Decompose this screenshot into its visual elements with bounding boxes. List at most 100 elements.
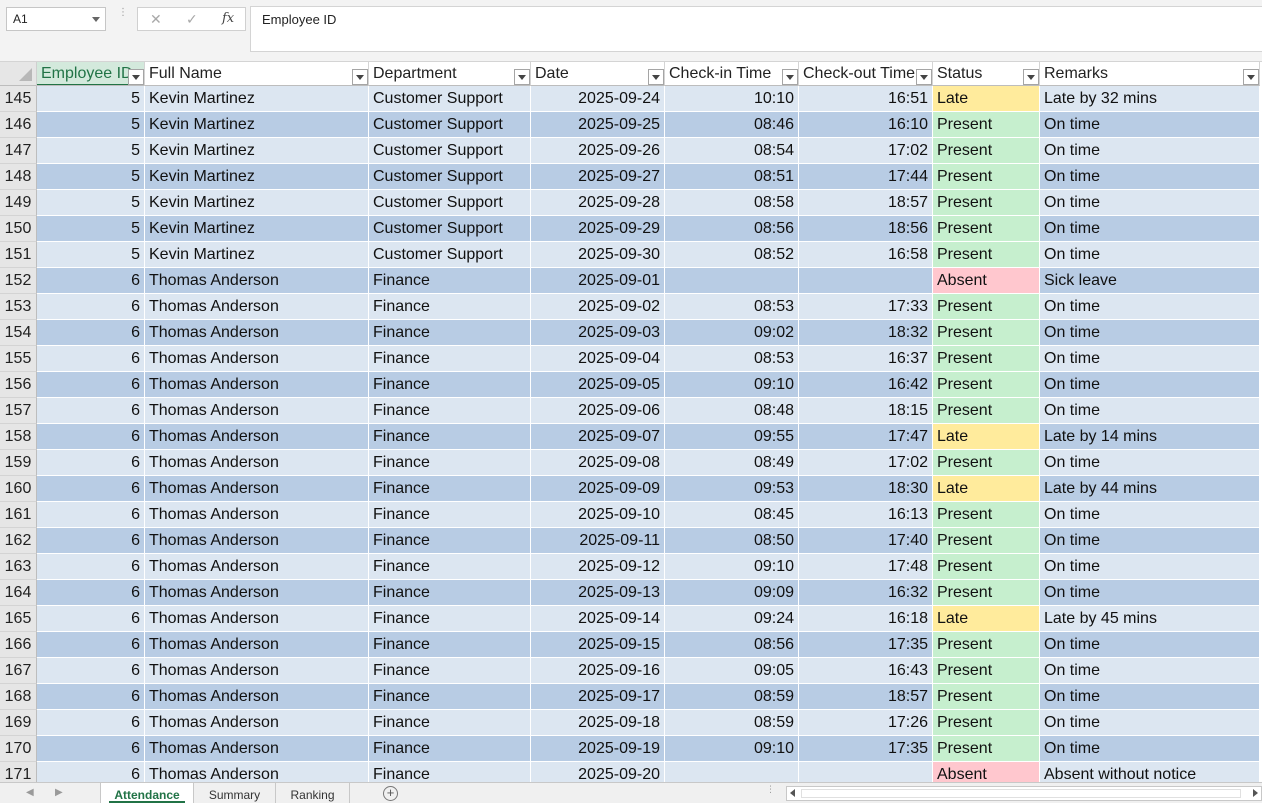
horizontal-scrollbar[interactable] xyxy=(786,786,1262,801)
cell-status[interactable]: Present xyxy=(933,528,1040,554)
cell-remarks[interactable]: On time xyxy=(1040,398,1260,424)
cell-dept[interactable]: Finance xyxy=(369,736,531,762)
cell-dept[interactable]: Finance xyxy=(369,450,531,476)
cell-remarks[interactable]: On time xyxy=(1040,554,1260,580)
cell-out[interactable]: 18:56 xyxy=(799,216,933,242)
cell-id[interactable]: 6 xyxy=(37,372,145,398)
cell-date[interactable]: 2025-09-05 xyxy=(531,372,665,398)
cell-date[interactable]: 2025-09-06 xyxy=(531,398,665,424)
cell-date[interactable]: 2025-09-11 xyxy=(531,528,665,554)
cell-date[interactable]: 2025-09-12 xyxy=(531,554,665,580)
cell-dept[interactable]: Finance xyxy=(369,294,531,320)
cell-name[interactable]: Thomas Anderson xyxy=(145,710,369,736)
cell-id[interactable]: 5 xyxy=(37,138,145,164)
cell-date[interactable]: 2025-09-08 xyxy=(531,450,665,476)
cell-out[interactable]: 18:32 xyxy=(799,320,933,346)
scroll-left-icon[interactable] xyxy=(790,789,795,797)
cell-dept[interactable]: Finance xyxy=(369,710,531,736)
name-box[interactable]: A1 xyxy=(6,7,106,31)
cell-id[interactable]: 6 xyxy=(37,710,145,736)
cell-dept[interactable]: Finance xyxy=(369,424,531,450)
filter-dropdown-icon[interactable] xyxy=(128,69,144,85)
cell-date[interactable]: 2025-09-01 xyxy=(531,268,665,294)
cell-name[interactable]: Thomas Anderson xyxy=(145,554,369,580)
cell-status[interactable]: Present xyxy=(933,320,1040,346)
cell-remarks[interactable]: On time xyxy=(1040,580,1260,606)
cell-id[interactable]: 6 xyxy=(37,476,145,502)
cell-date[interactable]: 2025-09-18 xyxy=(531,710,665,736)
column-header[interactable]: Date xyxy=(531,62,665,86)
cell-out[interactable]: 17:02 xyxy=(799,138,933,164)
row-number[interactable]: 152 xyxy=(0,268,37,294)
cell-remarks[interactable]: On time xyxy=(1040,658,1260,684)
cell-status[interactable]: Present xyxy=(933,372,1040,398)
cell-in[interactable]: 08:45 xyxy=(665,502,799,528)
cell-status[interactable]: Absent xyxy=(933,762,1040,782)
cell-dept[interactable]: Finance xyxy=(369,372,531,398)
cell-in[interactable]: 08:53 xyxy=(665,346,799,372)
cell-name[interactable]: Thomas Anderson xyxy=(145,398,369,424)
cell-status[interactable]: Present xyxy=(933,554,1040,580)
cell-name[interactable]: Thomas Anderson xyxy=(145,346,369,372)
cell-date[interactable]: 2025-09-25 xyxy=(531,112,665,138)
row-number[interactable]: 148 xyxy=(0,164,37,190)
row-number[interactable]: 149 xyxy=(0,190,37,216)
cell-remarks[interactable]: Late by 14 mins xyxy=(1040,424,1260,450)
cell-name[interactable]: Thomas Anderson xyxy=(145,268,369,294)
cell-in[interactable]: 09:24 xyxy=(665,606,799,632)
cell-in[interactable]: 09:09 xyxy=(665,580,799,606)
cell-status[interactable]: Present xyxy=(933,138,1040,164)
cell-out[interactable]: 16:42 xyxy=(799,372,933,398)
cell-id[interactable]: 6 xyxy=(37,606,145,632)
cell-id[interactable]: 6 xyxy=(37,398,145,424)
filter-dropdown-icon[interactable] xyxy=(1023,69,1039,85)
row-number[interactable]: 150 xyxy=(0,216,37,242)
row-number[interactable]: 166 xyxy=(0,632,37,658)
cell-out[interactable]: 18:57 xyxy=(799,190,933,216)
check-icon[interactable]: ✓ xyxy=(186,11,198,28)
cell-id[interactable]: 6 xyxy=(37,268,145,294)
cell-remarks[interactable]: Late by 45 mins xyxy=(1040,606,1260,632)
cell-remarks[interactable]: On time xyxy=(1040,294,1260,320)
cell-id[interactable]: 6 xyxy=(37,684,145,710)
cell-in[interactable]: 08:59 xyxy=(665,710,799,736)
row-number[interactable]: 157 xyxy=(0,398,37,424)
cell-dept[interactable]: Customer Support xyxy=(369,216,531,242)
cell-dept[interactable]: Finance xyxy=(369,398,531,424)
cell-date[interactable]: 2025-09-27 xyxy=(531,164,665,190)
row-number[interactable]: 168 xyxy=(0,684,37,710)
splitter-handle-icon[interactable]: ⋮ xyxy=(766,785,775,794)
cell-name[interactable]: Thomas Anderson xyxy=(145,502,369,528)
cell-remarks[interactable]: On time xyxy=(1040,632,1260,658)
cell-id[interactable]: 5 xyxy=(37,190,145,216)
cell-id[interactable]: 6 xyxy=(37,294,145,320)
cell-dept[interactable]: Finance xyxy=(369,320,531,346)
sheet-tab[interactable]: Summary xyxy=(194,783,276,803)
cell-out[interactable]: 16:58 xyxy=(799,242,933,268)
filter-dropdown-icon[interactable] xyxy=(916,69,932,85)
cell-remarks[interactable]: Late by 32 mins xyxy=(1040,86,1260,112)
cell-out[interactable]: 17:44 xyxy=(799,164,933,190)
row-number[interactable]: 158 xyxy=(0,424,37,450)
cell-dept[interactable]: Finance xyxy=(369,684,531,710)
scroll-right-icon[interactable] xyxy=(1253,789,1258,797)
row-number[interactable]: 151 xyxy=(0,242,37,268)
cell-status[interactable]: Present xyxy=(933,450,1040,476)
formula-input[interactable]: Employee ID xyxy=(250,6,1262,52)
cell-id[interactable]: 6 xyxy=(37,502,145,528)
cell-date[interactable]: 2025-09-02 xyxy=(531,294,665,320)
filter-dropdown-icon[interactable] xyxy=(648,69,664,85)
cell-dept[interactable]: Customer Support xyxy=(369,138,531,164)
cell-status[interactable]: Present xyxy=(933,294,1040,320)
cell-status[interactable]: Present xyxy=(933,710,1040,736)
cell-name[interactable]: Kevin Martinez xyxy=(145,112,369,138)
cell-status[interactable]: Present xyxy=(933,216,1040,242)
cell-remarks[interactable]: On time xyxy=(1040,710,1260,736)
cell-status[interactable]: Absent xyxy=(933,268,1040,294)
cell-id[interactable]: 6 xyxy=(37,424,145,450)
cell-remarks[interactable]: On time xyxy=(1040,528,1260,554)
cell-dept[interactable]: Finance xyxy=(369,346,531,372)
cell-in[interactable]: 08:50 xyxy=(665,528,799,554)
cell-in[interactable]: 09:10 xyxy=(665,372,799,398)
function-icon[interactable]: fx xyxy=(222,11,234,26)
